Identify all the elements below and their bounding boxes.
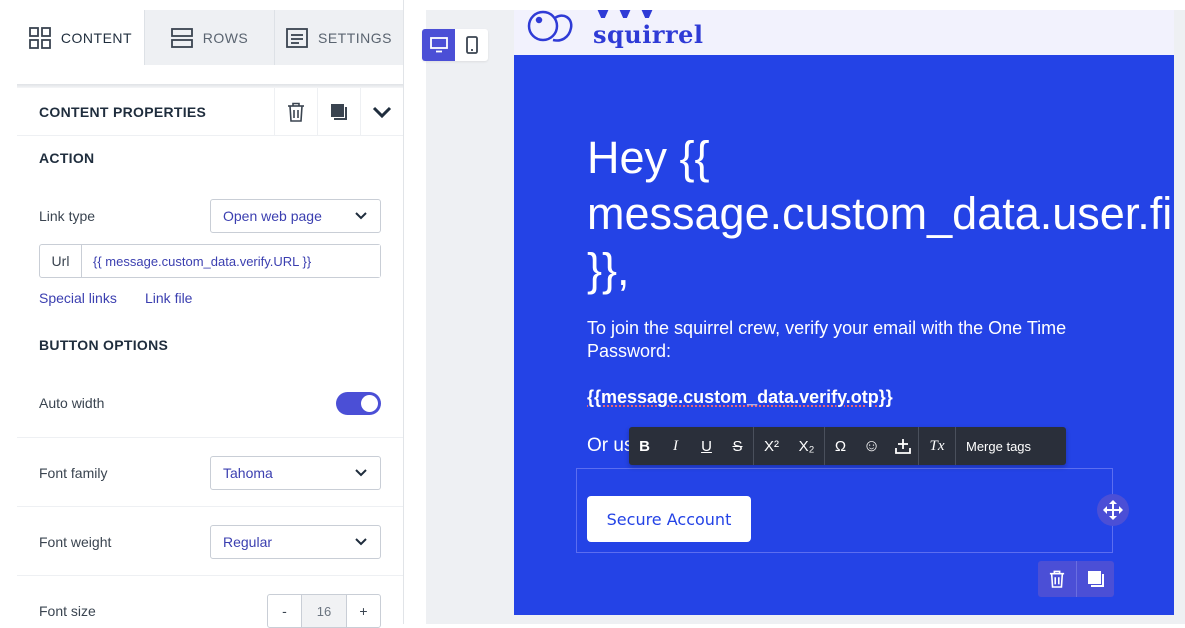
block-actions — [1038, 561, 1114, 597]
email-paragraph[interactable]: To join the squirrel crew, verify your e… — [587, 317, 1087, 363]
logo-mark-icon — [593, 10, 683, 18]
font-size-increase-button[interactable]: + — [347, 595, 380, 627]
font-size-decrease-button[interactable]: - — [268, 595, 301, 627]
font-size-label: Font size — [39, 603, 96, 619]
italic-button[interactable]: I — [660, 427, 691, 465]
link-file-link[interactable]: Link file — [145, 290, 192, 306]
sidebar-tabs: CONTENT ROWS SETTINGS — [17, 10, 403, 65]
strikethrough-button[interactable]: S — [722, 427, 753, 465]
tab-rows[interactable]: ROWS — [145, 10, 275, 65]
superscript-button[interactable]: X² — [754, 427, 789, 465]
url-field-group: Url — [39, 244, 381, 278]
merge-tags-button[interactable]: Merge tags — [956, 439, 1041, 454]
tab-content-label: CONTENT — [61, 30, 132, 46]
mobile-icon — [466, 36, 478, 54]
tab-settings-label: SETTINGS — [318, 30, 392, 46]
font-size-value[interactable]: 16 — [301, 595, 347, 627]
email-headline[interactable]: Hey {{ message.custom_data.user.fi }}, — [587, 130, 1174, 298]
font-family-value: Tahoma — [223, 465, 273, 481]
format-group-script: X² X₂ — [754, 427, 825, 465]
duplicate-block-button[interactable] — [1076, 561, 1114, 597]
auto-width-label: Auto width — [39, 395, 104, 411]
chevron-down-icon — [354, 209, 368, 223]
font-family-select[interactable]: Tahoma — [210, 456, 381, 490]
email-hero-block: Hey {{ message.custom_data.user.fi }}, T… — [514, 55, 1174, 615]
underline-button[interactable]: U — [691, 427, 722, 465]
desktop-icon — [430, 37, 448, 53]
move-block-handle[interactable] — [1097, 494, 1129, 526]
otp-merge-tag[interactable]: {{message.custom_data.verify.otp}} — [587, 387, 893, 408]
font-family-label: Font family — [39, 465, 107, 481]
font-weight-label: Font weight — [39, 534, 111, 550]
auto-width-toggle[interactable] — [336, 392, 381, 415]
link-type-select[interactable]: Open web page — [210, 199, 381, 233]
content-properties-title: CONTENT PROPERTIES — [17, 104, 274, 120]
trash-icon — [287, 102, 305, 122]
squirrel-logo-icon — [517, 10, 579, 46]
duplicate-block-button[interactable] — [317, 88, 360, 136]
collapse-button[interactable] — [360, 88, 403, 136]
text-format-toolbar: B I U S X² X₂ Ω ☺ Tx Merge tags — [629, 427, 1066, 465]
duplicate-icon — [330, 103, 348, 121]
subscript-button[interactable]: X₂ — [789, 427, 824, 465]
divider — [17, 575, 403, 576]
toggle-knob — [361, 395, 378, 412]
format-group-insert: Ω ☺ — [825, 427, 919, 465]
desktop-view-button[interactable] — [422, 29, 455, 61]
chevron-down-icon — [372, 106, 392, 118]
link-type-label: Link type — [39, 208, 95, 224]
clear-formatting-button[interactable]: Tx — [919, 427, 955, 465]
format-group-basic: B I U S — [629, 427, 754, 465]
tab-settings[interactable]: SETTINGS — [275, 10, 403, 65]
chevron-down-icon — [354, 535, 368, 549]
chevron-down-icon — [354, 466, 368, 480]
settings-list-icon — [286, 27, 308, 49]
logo-wordmark: squirrel — [593, 20, 704, 49]
link-type-value: Open web page — [223, 208, 322, 224]
font-weight-value: Regular — [223, 534, 272, 550]
special-character-button[interactable]: Ω — [825, 427, 856, 465]
button-options-title: BUTTON OPTIONS — [39, 337, 168, 353]
email-logo-row[interactable]: squirrel — [514, 10, 1174, 55]
delete-block-button[interactable] — [1038, 561, 1076, 597]
divider — [17, 437, 403, 438]
device-preview-switch — [422, 29, 488, 61]
content-sidebar: CONTENT ROWS SETTINGS CONTENT PROPERTIES… — [0, 0, 404, 624]
special-links-link[interactable]: Special links — [39, 290, 117, 306]
tab-rows-label: ROWS — [203, 30, 249, 46]
email-alt-text[interactable]: Or us — [587, 435, 633, 457]
grid-icon — [29, 27, 51, 49]
move-arrows-icon — [1102, 499, 1124, 521]
divider — [17, 506, 403, 507]
secure-account-button[interactable]: Secure Account — [587, 496, 751, 542]
rows-icon — [171, 27, 193, 49]
delete-block-button[interactable] — [274, 88, 317, 136]
url-input[interactable] — [82, 245, 380, 277]
duplicate-icon — [1087, 570, 1105, 588]
font-weight-select[interactable]: Regular — [210, 525, 381, 559]
font-size-stepper: - 16 + — [267, 594, 381, 628]
format-group-clear: Tx — [919, 427, 956, 465]
bold-button[interactable]: B — [629, 427, 660, 465]
content-properties-header: CONTENT PROPERTIES — [17, 88, 403, 136]
url-label: Url — [40, 245, 82, 277]
mobile-view-button[interactable] — [455, 29, 488, 61]
insert-button[interactable] — [887, 427, 918, 465]
emoji-button[interactable]: ☺ — [856, 427, 887, 465]
trash-icon — [1049, 570, 1065, 588]
insert-icon — [895, 438, 911, 454]
action-section-title: ACTION — [39, 150, 94, 166]
tab-content[interactable]: CONTENT — [17, 10, 145, 65]
